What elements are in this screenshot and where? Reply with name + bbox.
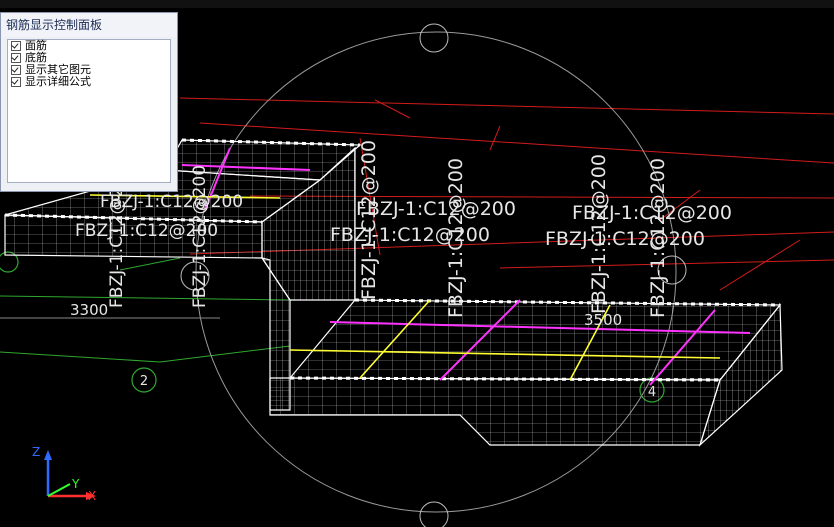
axis-bubble-top [419,23,449,53]
checkbox-show-other-elements[interactable] [11,65,21,75]
rebar-label-v2: FBZJ-1:C12@200 [190,165,210,308]
axis-triad: Z Y X [32,445,96,503]
z-axis-label: Z [32,445,40,459]
option-show-detail-formula[interactable]: 显示详细公式 [11,76,170,88]
y-axis-label: Y [71,477,80,491]
checkbox-bottom-rebar[interactable] [11,53,21,63]
checkbox-top-rebar[interactable] [11,41,21,51]
checkbox-show-detail-formula[interactable] [11,77,21,87]
panel-option-list: 面筋 底筋 显示其它图元 显示详细公式 [7,39,171,183]
rebar-label-v6: FBZJ-1:C12@200 [647,158,669,318]
axis-bubble-bottom [419,501,449,527]
axis-marker-2-label: 2 [140,374,148,389]
x-axis-label: X [88,489,96,503]
rebar-display-control-panel[interactable]: 钢筋显示控制面板 面筋 底筋 显示其它图元 显示详细公式 [0,12,178,192]
top-toolbar-strip [0,0,834,8]
rebar-label-v3: FBZJ-1:C12@200 [358,140,380,300]
z-axis-arrow [44,450,52,460]
dimension-text-1: 3300 [70,301,108,319]
green-grid-lines [0,257,291,363]
panel-title: 钢筋显示控制面板 [1,13,177,37]
rebar-label-h6: FBZJ-1:C12@200 [545,228,705,250]
rebar-label-v4: FBZJ-1:C12@200 [445,158,467,318]
rebar-label-v5: FBZJ-1:C12@200 [588,154,610,314]
y-axis-line [47,483,71,497]
dimension-text-2: 3500 [584,311,622,329]
option-show-detail-formula-label: 显示详细公式 [25,75,91,88]
